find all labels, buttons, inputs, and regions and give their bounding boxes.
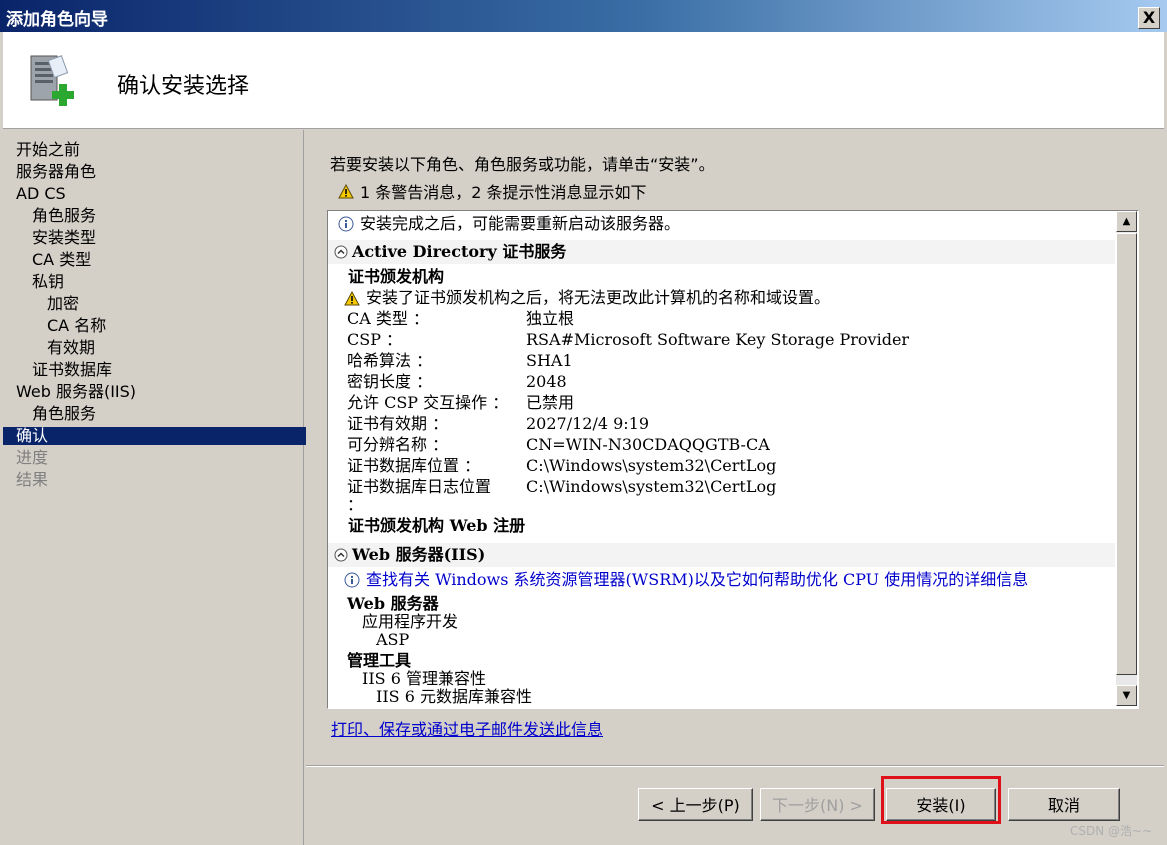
prop-value: 已禁用	[526, 393, 575, 412]
info-icon	[344, 572, 360, 588]
nav-item-adcs[interactable]: AD CS	[3, 185, 316, 203]
web-server-heading: Web 服务器	[347, 594, 439, 613]
wizard-main: 若要安装以下角色、角色服务或功能，请单击“安装”。 1 条警告消息，2 条提示性…	[306, 130, 1164, 845]
install-highlight-box	[881, 776, 1001, 824]
nav-item-results: 结果	[16, 470, 49, 489]
title-bar: 添加角色向导 X	[0, 0, 1167, 32]
back-button[interactable]: < 上一步(P)	[638, 788, 753, 821]
vertical-scrollbar[interactable]: ▲ ▼	[1116, 211, 1137, 706]
ca-warning-row: 安装了证书颁发机构之后，将无法更改此计算机的名称和域设置。	[344, 288, 830, 308]
prop-value: C:\Windows\system32\CertLog	[526, 456, 777, 475]
nav-item-confirmation[interactable]: 确认	[3, 427, 316, 445]
prop-value: 2048	[526, 372, 567, 391]
prop-key: 证书数据库日志位置	[347, 477, 492, 496]
prop-key: 密钥长度 ：	[347, 372, 433, 391]
prop-value: C:\Windows\system32\CertLog	[526, 477, 777, 496]
prop-value: CN=WIN-N30CDAQQGTB-CA	[526, 435, 770, 454]
asp-item: ASP	[376, 630, 410, 649]
prop-value: 独立根	[526, 309, 575, 328]
details-content: 安装完成之后，可能需要重新启动该服务器。 Active Directory 证书…	[328, 211, 1115, 708]
print-save-email-link[interactable]: 打印、保存或通过电子邮件发送此信息	[331, 716, 603, 740]
mgmt-tools-heading: 管理工具	[347, 651, 412, 670]
close-button[interactable]: X	[1138, 7, 1160, 29]
close-icon: X	[1142, 8, 1156, 27]
nav-item-iis-role-services[interactable]: 角色服务	[3, 405, 332, 423]
nav-item-cryptography[interactable]: 加密	[3, 295, 347, 313]
instruction-text: 若要安装以下角色、角色服务或功能，请单击“安装”。	[330, 155, 715, 174]
server-add-icon	[30, 55, 74, 106]
warning-summary-text: 1 条警告消息，2 条提示性消息显示如下	[360, 183, 647, 202]
wizard-nav: 开始之前 服务器角色 AD CS 角色服务 安装类型 CA 类型 私钥 加密 C…	[3, 130, 316, 845]
page-title: 确认安装选择	[117, 74, 250, 99]
prop-key: 哈希算法 ：	[347, 351, 433, 370]
nav-item-validity[interactable]: 有效期	[3, 339, 347, 357]
nav-item-server-roles[interactable]: 服务器角色	[3, 163, 316, 181]
warning-icon	[344, 290, 360, 305]
ca-warning-text: 安装了证书颁发机构之后，将无法更改此计算机的名称和域设置。	[366, 288, 831, 307]
iis6-meta-item: IIS 6 元数据库兼容性	[376, 687, 532, 706]
app-dev-item: 应用程序开发	[362, 612, 459, 631]
nav-item-web-server[interactable]: Web 服务器(IIS)	[3, 383, 316, 401]
collapse-icon[interactable]	[334, 245, 348, 259]
nav-item-private-key[interactable]: 私钥	[3, 273, 332, 291]
collapse-icon[interactable]	[334, 548, 348, 562]
info-restart-text: 安装完成之后，可能需要重新启动该服务器。	[360, 214, 681, 233]
iis6-compat-item: IIS 6 管理兼容性	[362, 669, 486, 688]
prop-value: 2027/12/4 9:19	[526, 414, 650, 433]
adcs-section-row[interactable]: Active Directory 证书服务	[334, 242, 566, 262]
wizard-header: 确认安装选择	[3, 32, 1164, 129]
next-button: 下一步(N) >	[760, 788, 875, 821]
web-enroll-heading: 证书颁发机构 Web 注册	[348, 516, 526, 535]
prop-key: 允许 CSP 交互操作 ：	[347, 393, 509, 412]
prop-key: CSP ：	[347, 330, 403, 349]
warning-summary: 1 条警告消息，2 条提示性消息显示如下	[338, 179, 647, 203]
nav-item-before-begin[interactable]: 开始之前	[3, 141, 316, 159]
nav-item-ca-name[interactable]: CA 名称	[3, 317, 347, 335]
warning-icon	[338, 183, 354, 198]
wsrm-row[interactable]: 查找有关 Windows 系统资源管理器(WSRM)以及它如何帮助优化 CPU …	[344, 570, 1028, 590]
scroll-down-button[interactable]: ▼	[1116, 685, 1137, 706]
nav-item-role-services[interactable]: 角色服务	[3, 207, 332, 225]
iis-section-row[interactable]: Web 服务器(IIS)	[334, 545, 485, 565]
prop-key: 证书数据库位置 ：	[347, 456, 481, 475]
window-title: 添加角色向导	[6, 10, 108, 30]
prop-key: CA 类型 ：	[347, 309, 429, 328]
nav-item-progress: 进度	[16, 448, 49, 467]
prop-value: RSA#Microsoft Software Key Storage Provi…	[526, 330, 910, 349]
adcs-section-title: Active Directory 证书服务	[352, 242, 567, 261]
watermark: CSDN @浩~~	[1070, 824, 1153, 838]
prop-key-wrap: ：	[347, 495, 364, 514]
info-restart-row: 安装完成之后，可能需要重新启动该服务器。	[338, 214, 680, 234]
info-icon	[338, 216, 354, 232]
scroll-thumb[interactable]	[1116, 233, 1137, 675]
nav-item-ca-type[interactable]: CA 类型	[3, 251, 332, 269]
iis-section-title: Web 服务器(IIS)	[352, 545, 486, 564]
nav-item-cert-database[interactable]: 证书数据库	[3, 361, 332, 379]
prop-key: 可分辨名称 ：	[347, 435, 449, 454]
wsrm-link[interactable]: 查找有关 Windows 系统资源管理器(WSRM)以及它如何帮助优化 CPU …	[366, 570, 1028, 590]
details-listbox[interactable]: 安装完成之后，可能需要重新启动该服务器。 Active Directory 证书…	[327, 210, 1139, 709]
prop-key: 证书有效期 ：	[347, 414, 449, 433]
prop-value: SHA1	[526, 351, 573, 370]
nav-item-setup-type[interactable]: 安装类型	[3, 229, 332, 247]
cancel-button[interactable]: 取消	[1008, 788, 1120, 821]
ca-heading: 证书颁发机构	[348, 267, 445, 286]
scroll-up-button[interactable]: ▲	[1116, 211, 1137, 232]
button-separator	[306, 765, 1164, 767]
